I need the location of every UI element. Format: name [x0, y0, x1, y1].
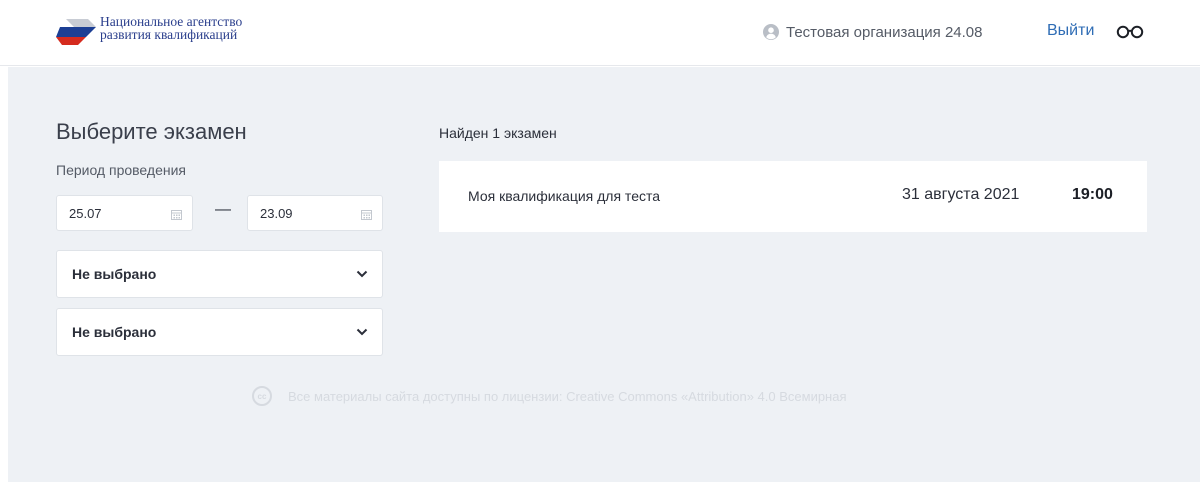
exam-name: Моя квалификация для теста	[468, 188, 661, 204]
license-text[interactable]: Все материалы сайта доступны по лицензии…	[288, 389, 847, 404]
calendar-icon[interactable]	[171, 209, 182, 220]
date-to-field[interactable]	[247, 195, 383, 231]
date-from-field[interactable]	[56, 195, 193, 231]
logo-text: Национальное агентство развития квалифик…	[100, 15, 320, 42]
select-value: Не выбрано	[72, 324, 157, 340]
qualification-select[interactable]: Не выбрано	[56, 250, 383, 298]
region-select[interactable]: Не выбрано	[56, 308, 383, 356]
calendar-icon[interactable]	[361, 209, 372, 220]
exam-time: 19:00	[1072, 186, 1113, 203]
date-separator: —	[215, 201, 231, 218]
period-label: Период проведения	[56, 162, 186, 178]
date-to-input[interactable]	[260, 205, 350, 221]
logo-emblem-icon	[56, 19, 96, 45]
logo-line-2: развития квалификаций	[100, 27, 238, 42]
license-footer: cc Все материалы сайта доступны по лицен…	[252, 385, 847, 407]
nark-logo[interactable]: Национальное агентство развития квалифик…	[56, 15, 316, 51]
creative-commons-icon: cc	[252, 386, 272, 406]
main-content: Выберите экзамен Период проведения —	[8, 67, 1200, 482]
user-circle-icon	[763, 24, 779, 40]
page-title: Выберите экзамен	[56, 119, 247, 144]
date-from-input[interactable]	[69, 205, 159, 221]
select-value: Не выбрано	[72, 266, 157, 282]
site-header: Национальное агентство развития квалифик…	[0, 0, 1200, 66]
logout-link[interactable]: Выйти	[1047, 22, 1094, 40]
results-count: Найден 1 экзамен	[439, 125, 557, 141]
exam-date: 31 августа 2021	[902, 186, 1020, 203]
glasses-icon[interactable]	[1116, 25, 1144, 39]
exam-card[interactable]: Моя квалификация для теста 31 августа 20…	[439, 161, 1147, 232]
chevron-down-icon	[356, 270, 368, 278]
user-account[interactable]: Тестовая организация 24.08	[763, 22, 983, 42]
user-name: Тестовая организация 24.08	[786, 23, 983, 41]
chevron-down-icon	[356, 328, 368, 336]
